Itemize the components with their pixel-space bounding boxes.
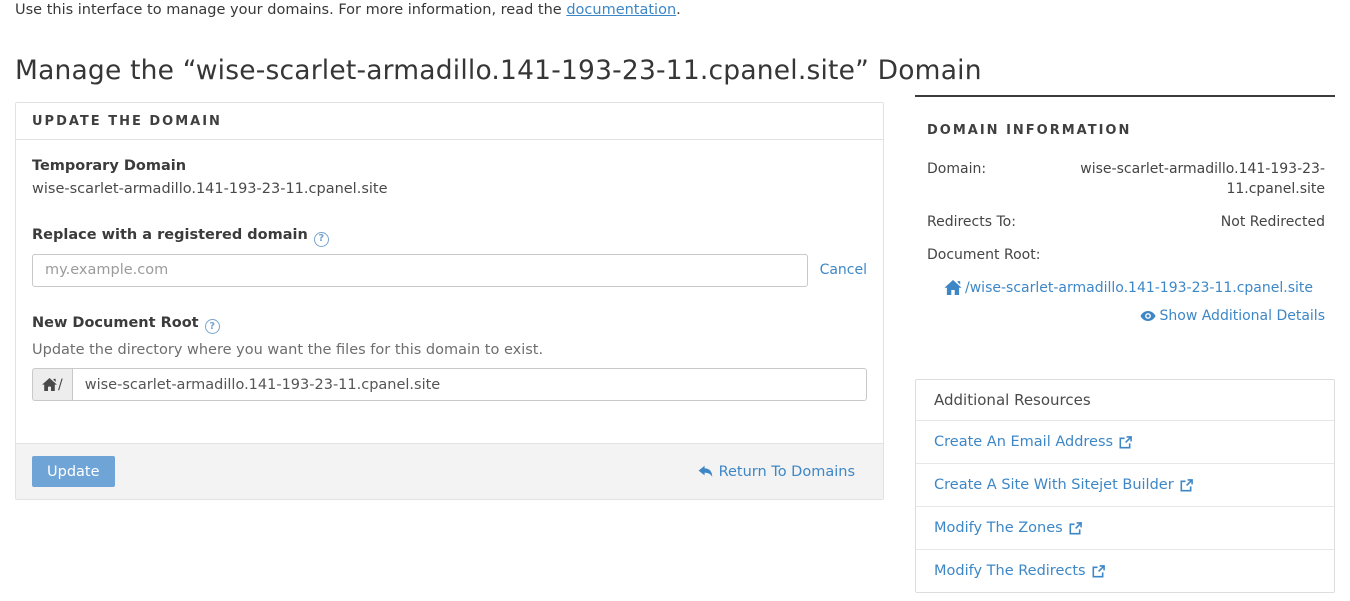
- docroot-prefix-slash: /: [58, 377, 63, 393]
- update-panel-header: UPDATE THE DOMAIN: [16, 103, 883, 140]
- show-additional-details-link[interactable]: Show Additional Details: [1140, 308, 1326, 324]
- domain-row-value: wise-scarlet-armadillo.141-193-23-11.cpa…: [986, 159, 1325, 199]
- update-panel-footer: Update Return To Domains: [16, 443, 883, 499]
- right-sidebar: DOMAIN INFORMATION Domain: wise-scarlet-…: [915, 95, 1335, 593]
- new-docroot-group: New Document Root? Update the directory …: [32, 313, 867, 402]
- external-link-icon: [1069, 522, 1082, 535]
- temporary-domain-group: Temporary Domain wise-scarlet-armadillo.…: [32, 156, 867, 199]
- redirects-row-value: Not Redirected: [1221, 212, 1325, 232]
- list-item: Modify The Redirects: [916, 549, 1334, 592]
- list-item: Create An Email Address: [916, 420, 1334, 463]
- external-link-icon: [1180, 479, 1193, 492]
- replace-domain-input[interactable]: [32, 254, 808, 287]
- docroot-row-label: Document Root:: [915, 245, 1335, 265]
- docroot-input[interactable]: [72, 368, 867, 401]
- docroot-link[interactable]: /wise-scarlet-armadillo.141-193-23-11.cp…: [944, 280, 1313, 296]
- help-icon[interactable]: ?: [205, 319, 220, 334]
- home-icon: [42, 378, 57, 391]
- intro-text-before: Use this interface to manage your domain…: [15, 2, 566, 18]
- external-link-icon: [1092, 565, 1105, 578]
- create-email-link[interactable]: Create An Email Address: [934, 434, 1132, 450]
- domain-row: Domain: wise-scarlet-armadillo.141-193-2…: [915, 159, 1335, 199]
- cancel-link[interactable]: Cancel: [820, 262, 867, 278]
- additional-resources-header: Additional Resources: [916, 380, 1334, 420]
- documentation-link[interactable]: documentation: [566, 2, 676, 18]
- intro-text-after: .: [676, 2, 681, 18]
- modify-redirects-link[interactable]: Modify The Redirects: [934, 563, 1105, 579]
- domain-information-panel: DOMAIN INFORMATION Domain: wise-scarlet-…: [915, 95, 1335, 326]
- intro-text: Use this interface to manage your domain…: [0, 0, 1350, 18]
- list-item: Create A Site With Sitejet Builder: [916, 463, 1334, 506]
- redirects-row: Redirects To: Not Redirected: [915, 212, 1335, 232]
- modify-zones-link[interactable]: Modify The Zones: [934, 520, 1082, 536]
- home-icon: [944, 280, 962, 295]
- page-title: Manage the “wise-scarlet-armadillo.141-1…: [15, 55, 1335, 86]
- new-docroot-label: New Document Root?: [32, 313, 867, 335]
- update-button[interactable]: Update: [32, 456, 115, 487]
- return-to-domains-link[interactable]: Return To Domains: [698, 464, 855, 480]
- temporary-domain-value: wise-scarlet-armadillo.141-193-23-11.cpa…: [32, 179, 867, 199]
- new-docroot-description: Update the directory where you want the …: [32, 340, 867, 360]
- list-item: Modify The Zones: [916, 506, 1334, 549]
- main-content: UPDATE THE DOMAIN Temporary Domain wise-…: [0, 95, 1350, 593]
- reply-arrow-icon: [698, 465, 713, 478]
- replace-domain-label: Replace with a registered domain?: [32, 225, 867, 247]
- domain-row-label: Domain:: [927, 159, 986, 199]
- replace-domain-group: Replace with a registered domain? Cancel: [32, 225, 867, 287]
- additional-resources-panel: Additional Resources Create An Email Add…: [915, 379, 1335, 593]
- external-link-icon: [1119, 436, 1132, 449]
- update-domain-panel: UPDATE THE DOMAIN Temporary Domain wise-…: [15, 102, 884, 500]
- eye-icon: [1140, 310, 1156, 322]
- create-sitejet-site-link[interactable]: Create A Site With Sitejet Builder: [934, 477, 1193, 493]
- temporary-domain-label: Temporary Domain: [32, 156, 867, 176]
- help-icon[interactable]: ?: [314, 232, 329, 247]
- domain-info-header: DOMAIN INFORMATION: [927, 123, 1323, 138]
- docroot-prefix-addon: /: [32, 368, 72, 401]
- redirects-row-label: Redirects To:: [927, 212, 1016, 232]
